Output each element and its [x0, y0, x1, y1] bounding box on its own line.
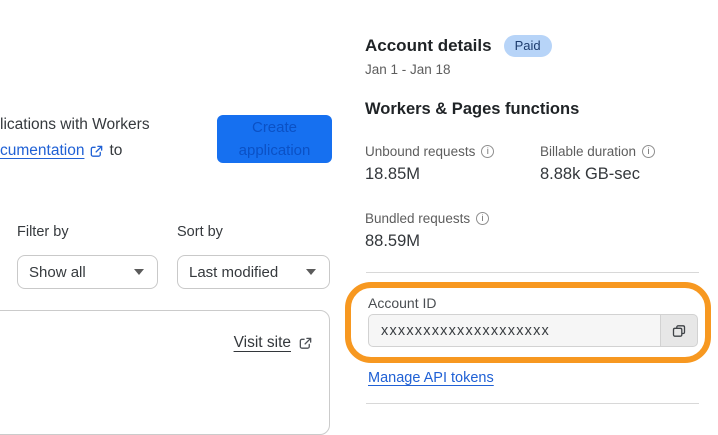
info-icon[interactable]: [481, 145, 495, 158]
visit-site-link[interactable]: Visit site: [234, 334, 291, 352]
paid-badge: Paid: [503, 35, 552, 57]
filter-by-label: Filter by: [17, 224, 69, 240]
functions-section-title: Workers & Pages functions: [365, 100, 580, 118]
account-id-label: Account ID: [368, 295, 437, 311]
manage-api-tokens-link[interactable]: Manage API tokens: [368, 370, 494, 386]
stat-unbound-requests: Unbound requests 18.85M: [365, 144, 535, 184]
account-details-title: Account details: [365, 36, 492, 55]
filter-dropdown[interactable]: Show all: [17, 255, 158, 289]
stat-label: Unbound requests: [365, 144, 476, 159]
stat-label: Billable duration: [540, 144, 637, 159]
info-icon[interactable]: [476, 212, 490, 225]
intro-text: lications with Workers cumentation to: [0, 112, 215, 164]
intro-line-2-suffix: to: [109, 142, 123, 159]
divider: [366, 272, 699, 273]
copy-account-id-button[interactable]: [660, 314, 698, 347]
create-application-button[interactable]: Create application: [217, 115, 332, 163]
project-card: Visit site: [0, 310, 330, 435]
account-id-field-group: [368, 314, 698, 347]
copy-icon: [671, 323, 687, 339]
stat-bundled-requests: Bundled requests 88.59M: [365, 211, 535, 251]
documentation-link[interactable]: cumentation: [0, 138, 84, 164]
filter-dropdown-value: Show all: [29, 263, 86, 281]
chevron-down-icon: [306, 269, 316, 275]
chevron-down-icon: [134, 269, 144, 275]
info-icon[interactable]: [642, 145, 656, 158]
external-link-icon: [89, 144, 104, 159]
intro-line-1: lications with Workers: [0, 116, 150, 133]
sort-dropdown[interactable]: Last modified: [177, 255, 330, 289]
stat-value: 88.59M: [365, 232, 421, 250]
stat-label: Bundled requests: [365, 211, 471, 226]
external-link-icon: [298, 336, 313, 351]
sort-by-label: Sort by: [177, 224, 223, 240]
date-range: Jan 1 - Jan 18: [365, 62, 451, 77]
account-id-input[interactable]: [368, 314, 660, 347]
stat-value: 8.88k GB-sec: [540, 165, 640, 183]
stat-billable-duration: Billable duration 8.88k GB-sec: [540, 144, 710, 184]
divider: [366, 403, 699, 404]
stat-value: 18.85M: [365, 165, 421, 183]
sort-dropdown-value: Last modified: [189, 263, 279, 281]
